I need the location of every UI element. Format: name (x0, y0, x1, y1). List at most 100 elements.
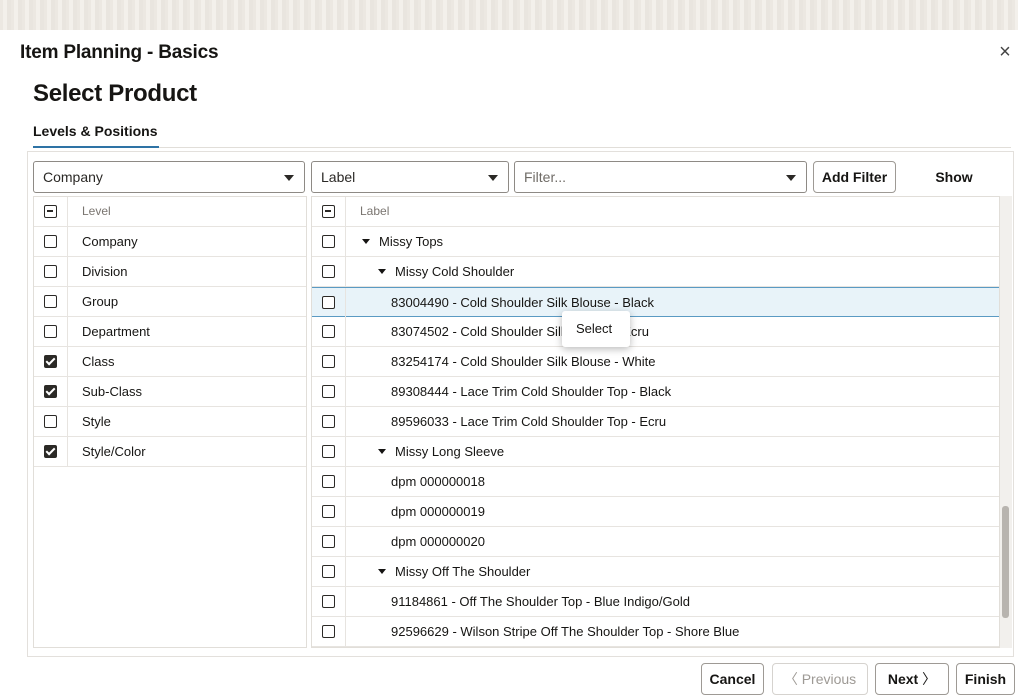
position-label: Missy Long Sleeve (395, 444, 505, 459)
position-label: Missy Off The Shoulder (395, 564, 531, 579)
position-row[interactable]: 92596629 - Wilson Stripe Off The Shoulde… (312, 617, 999, 647)
position-row[interactable]: 83004490 - Cold Shoulder Silk Blouse - B… (312, 287, 999, 317)
checkbox-cell (312, 527, 346, 556)
position-checkbox[interactable] (322, 235, 335, 248)
position-row[interactable]: 91184861 - Off The Shoulder Top - Blue I… (312, 587, 999, 617)
cancel-button[interactable]: Cancel (701, 663, 764, 695)
filter-placeholder: Filter... (524, 169, 567, 185)
add-filter-button[interactable]: Add Filter (813, 161, 896, 193)
position-checkbox[interactable] (322, 265, 335, 278)
position-label-wrap: 89596033 - Lace Trim Cold Shoulder Top -… (391, 407, 666, 436)
position-row[interactable]: 89596033 - Lace Trim Cold Shoulder Top -… (312, 407, 999, 437)
tab-levels-positions[interactable]: Levels & Positions (33, 121, 160, 148)
previous-button[interactable]: 〈 Previous (772, 663, 868, 695)
attribute-dropdown[interactable]: Label (311, 161, 509, 193)
section-title: Select Product (33, 80, 197, 107)
position-checkbox[interactable] (322, 355, 335, 368)
dialog-title: Item Planning - Basics (20, 42, 219, 63)
level-dropdown[interactable]: Company (33, 161, 305, 193)
checkbox-cell (312, 497, 346, 526)
chevron-down-icon (786, 175, 796, 181)
position-checkbox[interactable] (322, 445, 335, 458)
position-row[interactable]: dpm 000000018 (312, 467, 999, 497)
position-checkbox[interactable] (322, 595, 335, 608)
show-selected-button[interactable]: Show Selected (904, 161, 1004, 215)
position-label-wrap: Missy Tops (362, 227, 443, 256)
level-checkbox[interactable] (44, 355, 57, 368)
position-row[interactable]: Missy Off The Shoulder (312, 557, 999, 587)
checkbox-cell (312, 227, 346, 256)
caret-down-icon[interactable] (378, 449, 386, 455)
checkbox-cell (34, 317, 68, 346)
level-checkbox[interactable] (44, 295, 57, 308)
level-row[interactable]: Style (34, 407, 306, 437)
position-row[interactable]: dpm 000000020 (312, 527, 999, 557)
positions-header-row: Label (312, 197, 999, 227)
level-row[interactable]: Company (34, 227, 306, 257)
checkbox-cell (34, 257, 68, 286)
position-checkbox[interactable] (322, 296, 335, 309)
position-checkbox[interactable] (322, 565, 335, 578)
caret-down-icon[interactable] (362, 239, 370, 245)
checkbox-cell (312, 557, 346, 586)
position-label: 83254174 - Cold Shoulder Silk Blouse - W… (391, 354, 656, 369)
position-label-wrap: 92596629 - Wilson Stripe Off The Shoulde… (391, 617, 739, 646)
position-row[interactable]: Missy Long Sleeve (312, 437, 999, 467)
close-icon[interactable]: × (996, 42, 1014, 62)
position-checkbox[interactable] (322, 625, 335, 638)
next-button[interactable]: Next 〉 (875, 663, 949, 695)
checkbox-cell (312, 257, 346, 286)
select-all-levels-checkbox[interactable] (44, 205, 57, 218)
level-checkbox[interactable] (44, 265, 57, 278)
position-label: 89596033 - Lace Trim Cold Shoulder Top -… (391, 414, 667, 429)
chevron-left-icon: 〈 (783, 671, 798, 687)
level-checkbox[interactable] (44, 445, 57, 458)
context-menu-select[interactable]: Select (576, 321, 612, 336)
position-label: dpm 000000020 (391, 534, 485, 549)
scrollbar-thumb[interactable] (1002, 506, 1009, 618)
level-row[interactable]: Department (34, 317, 306, 347)
position-checkbox[interactable] (322, 385, 335, 398)
position-checkbox[interactable] (322, 415, 335, 428)
caret-down-icon[interactable] (378, 269, 386, 275)
position-row[interactable]: dpm 000000019 (312, 497, 999, 527)
position-checkbox[interactable] (322, 505, 335, 518)
checkbox-cell (312, 617, 346, 646)
position-row[interactable]: Missy Tops (312, 227, 999, 257)
position-label-wrap: dpm 000000018 (391, 467, 485, 496)
select-all-positions-checkbox[interactable] (322, 205, 335, 218)
checkbox-cell (34, 407, 68, 436)
checkbox-cell (34, 227, 68, 256)
level-label: Division (82, 264, 128, 279)
level-checkbox[interactable] (44, 415, 57, 428)
level-checkbox[interactable] (44, 235, 57, 248)
position-row[interactable]: Missy Cold Shoulder (312, 257, 999, 287)
level-row[interactable]: Sub-Class (34, 377, 306, 407)
levels-header-row: Level (34, 197, 306, 227)
position-checkbox[interactable] (322, 325, 335, 338)
level-checkbox[interactable] (44, 385, 57, 398)
position-checkbox[interactable] (322, 475, 335, 488)
checkbox-cell (34, 437, 68, 466)
levels-grid: Level Company Division Group Department Clas… (33, 196, 307, 648)
position-row[interactable]: 83074502 - Cold Shoulder Silk Blouse - E… (312, 317, 999, 347)
position-label-wrap: Missy Cold Shoulder (378, 257, 514, 286)
checkbox-cell (34, 377, 68, 406)
position-row[interactable]: 89308444 - Lace Trim Cold Shoulder Top -… (312, 377, 999, 407)
position-row[interactable]: 83254174 - Cold Shoulder Silk Blouse - W… (312, 347, 999, 377)
level-row[interactable]: Class (34, 347, 306, 377)
level-row[interactable]: Style/Color (34, 437, 306, 467)
level-checkbox[interactable] (44, 325, 57, 338)
checkbox-cell (312, 347, 346, 376)
position-checkbox[interactable] (322, 535, 335, 548)
previous-label: Previous (801, 671, 857, 687)
caret-down-icon[interactable] (378, 569, 386, 575)
finish-button[interactable]: Finish (956, 663, 1015, 695)
level-row[interactable]: Division (34, 257, 306, 287)
filter-dropdown[interactable]: Filter... (514, 161, 807, 193)
position-label-wrap: 89308444 - Lace Trim Cold Shoulder Top -… (391, 377, 671, 406)
positions-scrollbar[interactable] (1000, 196, 1012, 648)
position-label-wrap: dpm 000000019 (391, 497, 485, 526)
level-label: Style/Color (82, 444, 146, 459)
level-row[interactable]: Group (34, 287, 306, 317)
